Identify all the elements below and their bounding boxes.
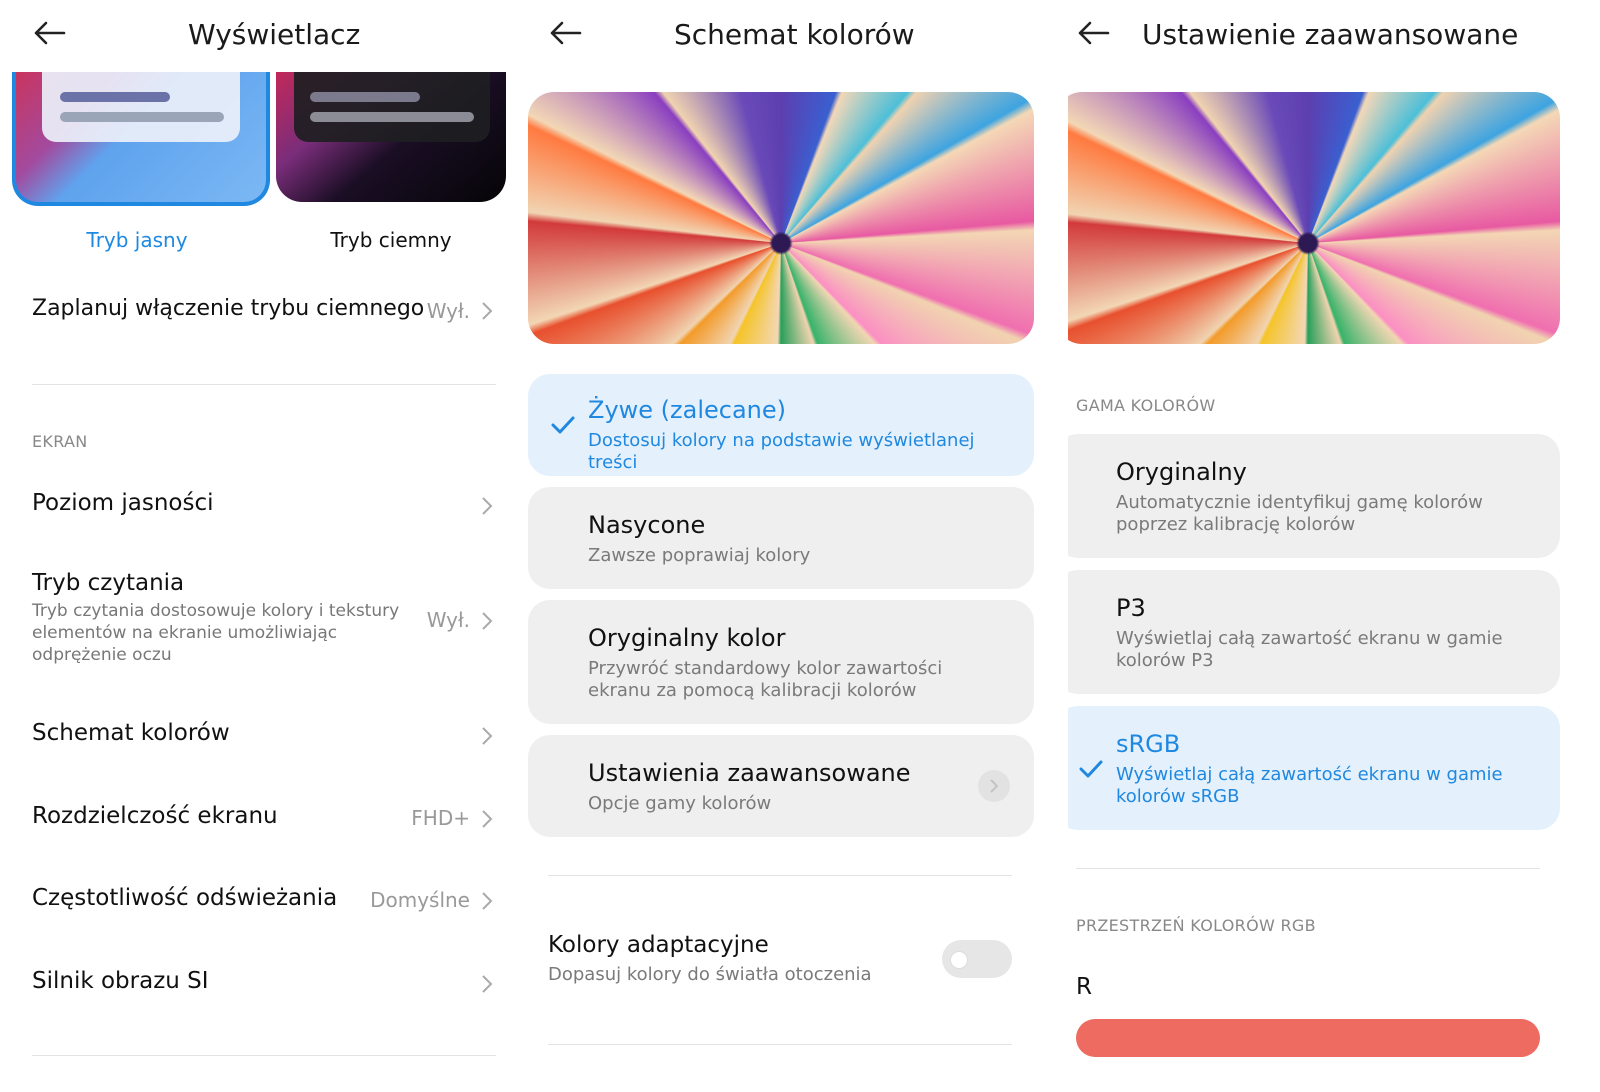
r-channel-slider[interactable]	[1076, 1019, 1540, 1057]
theme-light-preview[interactable]	[12, 72, 270, 206]
chevron-right-icon	[978, 770, 1010, 802]
page-title: Wyświetlacz	[188, 18, 361, 51]
row-value: Wył.	[426, 299, 470, 323]
option-gamut-p3[interactable]: P3 Wyświetlaj całą zawartość ekranu w ga…	[1068, 570, 1560, 694]
adaptive-colors-toggle[interactable]	[942, 940, 1012, 978]
option-title: Oryginalny	[1116, 458, 1247, 486]
divider	[32, 1055, 496, 1056]
back-button[interactable]	[548, 18, 588, 54]
toggle-knob	[950, 951, 968, 969]
display-settings-screen: Wyświetlacz Tryb jasny Tryb ciemny Zapla…	[0, 0, 528, 1092]
option-description: Zawsze poprawiaj kolory	[588, 545, 811, 566]
option-description: Opcje gamy kolorów	[588, 793, 772, 814]
top-bar: Ustawienie zaawansowane	[1068, 0, 1600, 74]
color-scheme-options: Żywe (zalecane) Dostosuj kolory na podst…	[528, 374, 1034, 844]
adaptive-colors-row[interactable]: Kolory adaptacyjne Dopasuj kolory do świ…	[548, 932, 1012, 996]
option-title: Ustawienia zaawansowane	[588, 759, 911, 787]
colored-pencils-preview-image	[528, 92, 1034, 344]
chevron-right-icon	[482, 612, 493, 630]
theme-light-label[interactable]: Tryb jasny	[12, 228, 262, 252]
option-description: Wyświetlaj całą zawartość ekranu w gamie…	[1116, 764, 1503, 807]
chevron-right-icon	[482, 892, 493, 910]
back-arrow-icon	[550, 21, 582, 45]
colored-pencils-preview-image	[1068, 92, 1560, 344]
divider	[548, 875, 1012, 876]
r-channel-label: R	[1076, 974, 1092, 1000]
option-title: Żywe (zalecane)	[588, 396, 787, 424]
row-label: Rozdzielczość ekranu	[32, 803, 278, 829]
theme-dark-preview[interactable]	[276, 72, 506, 202]
chevron-right-icon	[482, 497, 493, 515]
reading-mode-row[interactable]: Tryb czytania Tryb czytania dostosowuje …	[32, 570, 496, 670]
preview-bar	[310, 92, 420, 102]
option-gamut-original[interactable]: Oryginalny Automatycznie identyfikuj gam…	[1068, 434, 1560, 558]
preview-card	[294, 72, 490, 142]
row-value: Domyślne	[370, 888, 470, 912]
back-arrow-icon	[1078, 21, 1110, 45]
option-description: Dostosuj kolory na podstawie wyświetlane…	[588, 430, 975, 473]
chevron-right-icon	[482, 975, 493, 993]
advanced-color-settings-screen: Ustawienie zaawansowane GAMA KOLORÓW Ory…	[1068, 0, 1600, 1092]
brightness-row[interactable]: Poziom jasności	[32, 490, 496, 524]
row-label: Silnik obrazu SI	[32, 968, 209, 994]
row-description: Tryb czytania dostosowuje kolory i tekst…	[32, 601, 400, 665]
preview-card	[42, 72, 240, 142]
section-label-ekran: EKRAN	[32, 432, 88, 451]
divider	[548, 1044, 1012, 1045]
top-bar: Wyświetlacz	[0, 0, 528, 74]
row-label: Poziom jasności	[32, 490, 214, 516]
option-title: sRGB	[1116, 730, 1181, 758]
checkmark-icon	[551, 416, 575, 434]
page-title: Schemat kolorów	[674, 18, 915, 51]
color-scheme-screen: Schemat kolorów Żywe (zalecane) Dostosuj…	[528, 0, 1068, 1092]
divider	[32, 384, 496, 385]
preview-bar	[60, 112, 224, 122]
preview-bar	[310, 112, 474, 122]
color-scheme-row[interactable]: Schemat kolorów	[32, 720, 496, 754]
option-original-color[interactable]: Oryginalny kolor Przywróć standardowy ko…	[528, 600, 1034, 724]
option-description: Przywróć standardowy kolor zawartości ek…	[588, 658, 943, 701]
color-gamut-options: Oryginalny Automatycznie identyfikuj gam…	[1068, 434, 1560, 830]
back-button[interactable]	[32, 18, 72, 54]
option-title: Nasycone	[588, 511, 706, 539]
top-bar: Schemat kolorów	[528, 0, 1068, 74]
option-title: P3	[1116, 594, 1146, 622]
resolution-row[interactable]: Rozdzielczość ekranu FHD+	[32, 803, 496, 837]
option-title: Oryginalny kolor	[588, 624, 786, 652]
back-button[interactable]	[1076, 18, 1116, 54]
ai-image-engine-row[interactable]: Silnik obrazu SI	[32, 968, 496, 1002]
page-title: Ustawienie zaawansowane	[1142, 18, 1519, 51]
option-gamut-srgb[interactable]: sRGB Wyświetlaj całą zawartość ekranu w …	[1068, 706, 1560, 830]
chevron-right-icon	[482, 727, 493, 745]
row-value: Wył.	[426, 608, 470, 632]
divider	[1076, 868, 1540, 869]
row-description: Dopasuj kolory do światła otoczenia	[548, 964, 872, 985]
schedule-dark-mode-row[interactable]: Zaplanuj włączenie trybu ciemnego Wył.	[32, 296, 496, 330]
theme-dark-label[interactable]: Tryb ciemny	[276, 228, 506, 252]
preview-bar	[60, 92, 170, 102]
section-label-rgb-space: PRZESTRZEŃ KOLORÓW RGB	[1076, 916, 1316, 935]
option-saturated[interactable]: Nasycone Zawsze poprawiaj kolory	[528, 487, 1034, 589]
refresh-rate-row[interactable]: Częstotliwość odświeżania Domyślne	[32, 885, 496, 919]
row-label: Zaplanuj włączenie trybu ciemnego	[32, 296, 425, 321]
section-label-color-gamut: GAMA KOLORÓW	[1076, 396, 1216, 415]
row-label: Tryb czytania	[32, 570, 185, 596]
option-description: Automatycznie identyfikuj gamę kolorów p…	[1116, 492, 1483, 535]
row-label: Częstotliwość odświeżania	[32, 885, 338, 911]
chevron-right-icon	[482, 810, 493, 828]
row-value: FHD+	[411, 806, 470, 830]
back-arrow-icon	[34, 21, 66, 45]
row-label: Schemat kolorów	[32, 720, 230, 746]
option-advanced-settings[interactable]: Ustawienia zaawansowane Opcje gamy kolor…	[528, 735, 1034, 837]
option-description: Wyświetlaj całą zawartość ekranu w gamie…	[1116, 628, 1503, 671]
checkmark-icon	[1079, 760, 1103, 778]
chevron-right-icon	[482, 302, 493, 320]
option-vivid[interactable]: Żywe (zalecane) Dostosuj kolory na podst…	[528, 374, 1034, 476]
